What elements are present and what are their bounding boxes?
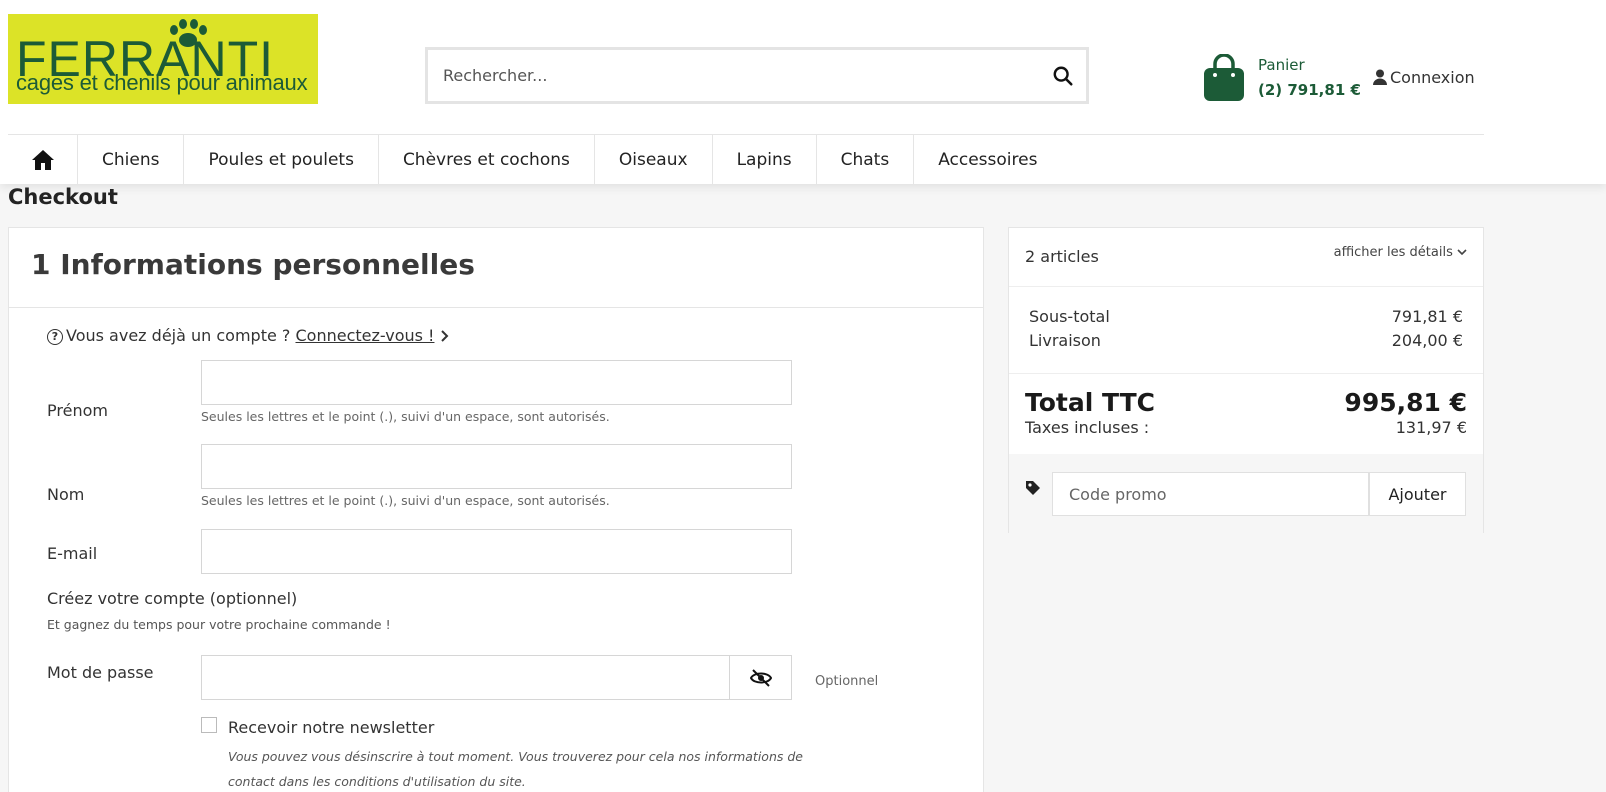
promo-section: Ajouter (1009, 454, 1483, 533)
newsletter-label[interactable]: Recevoir notre newsletter (228, 718, 434, 737)
email-label: E-mail (47, 544, 98, 563)
nav-item-lapins[interactable]: Lapins (713, 135, 817, 184)
firstname-field[interactable] (201, 360, 792, 405)
newsletter-checkbox[interactable] (201, 717, 217, 733)
taxes-value: 131,97 € (1395, 418, 1467, 437)
chevron-down-icon (1457, 249, 1467, 256)
show-details-label: afficher les détails (1333, 245, 1453, 260)
newsletter-hint: Vous pouvez vous désinscrire à tout mome… (228, 749, 803, 789)
step-title: 1 Informations personnelles (31, 248, 475, 281)
already-account-line: ? Vous avez déjà un compte ? Connectez-vo… (47, 326, 450, 345)
cart-label: Panier (1258, 56, 1305, 74)
eye-slash-icon (749, 668, 772, 687)
shipping-value: 204,00 € (1391, 331, 1463, 350)
subtotal-label: Sous-total (1029, 307, 1110, 326)
cart-total: (2) 791,81 € (1258, 81, 1361, 99)
firstname-label: Prénom (47, 401, 108, 420)
question-icon: ? (47, 329, 63, 345)
total-label: Total TTC (1025, 388, 1156, 417)
add-promo-button[interactable]: Ajouter (1369, 472, 1466, 516)
divider (1009, 373, 1483, 374)
nav-item-poules[interactable]: Poules et poulets (184, 135, 379, 184)
search-bar (425, 47, 1089, 104)
shipping-label: Livraison (1029, 331, 1101, 350)
password-field[interactable] (201, 655, 792, 700)
create-account-title: Créez votre compte (optionnel) (47, 589, 298, 608)
logo-tagline: cages et chenils pour animaux (16, 70, 308, 95)
login-link-checkout[interactable]: Connectez-vous ! (295, 326, 434, 345)
section-header[interactable]: 1 Informations personnelles (9, 228, 983, 308)
nav-item-chevres[interactable]: Chèvres et cochons (379, 135, 595, 184)
taxes-label: Taxes incluses : (1025, 418, 1150, 437)
lastname-label: Nom (47, 485, 85, 504)
cart-summary: 2 articles afficher les détails Sous-tot… (1008, 227, 1484, 533)
personal-info-section: 1 Informations personnelles ? Vous avez d… (8, 227, 984, 792)
site-header: FERRANTI cages et chenils pour animaux P… (0, 0, 1606, 184)
nav-home[interactable] (8, 135, 78, 184)
user-icon (1373, 69, 1387, 85)
main-nav: Chiens Poules et poulets Chèvres et coch… (8, 134, 1484, 184)
tag-icon (1026, 481, 1040, 495)
chevron-right-icon (440, 330, 448, 342)
divider (1009, 286, 1483, 287)
login-label: Connexion (1390, 68, 1475, 87)
create-account-subtitle: Et gagnez du temps pour votre prochaine … (47, 617, 391, 632)
promo-code-input[interactable] (1052, 472, 1369, 516)
ferranti-logo[interactable]: FERRANTI cages et chenils pour animaux (8, 14, 318, 104)
nav-item-chiens[interactable]: Chiens (78, 135, 185, 184)
lastname-hint: Seules les lettres et le point (.), suiv… (201, 493, 610, 508)
nav-item-accessoires[interactable]: Accessoires (914, 135, 1061, 184)
search-input[interactable] (428, 50, 1028, 101)
password-optional: Optionnel (815, 674, 879, 689)
show-details-link[interactable]: afficher les détails (1334, 245, 1467, 260)
shopping-bag-icon (1204, 54, 1244, 101)
page-title: Checkout (8, 185, 118, 209)
shipping-row: Livraison 204,00 € (1029, 331, 1463, 350)
password-toggle-button[interactable] (729, 656, 791, 699)
home-icon (31, 149, 54, 170)
subtotal-value: 791,81 € (1391, 307, 1463, 326)
subtotal-row: Sous-total 791,81 € (1029, 307, 1463, 326)
items-count: 2 articles (1025, 247, 1099, 266)
firstname-hint: Seules les lettres et le point (.), suiv… (201, 409, 610, 424)
nav-item-chats[interactable]: Chats (817, 135, 915, 184)
cart-button[interactable]: Panier (2) 791,81 € (1203, 52, 1363, 102)
nav-item-oiseaux[interactable]: Oiseaux (595, 135, 713, 184)
already-account-text: Vous avez déjà un compte ? (66, 326, 291, 345)
email-field[interactable] (201, 529, 792, 574)
total-value: 995,81 € (1344, 388, 1467, 417)
login-link[interactable]: Connexion (1373, 68, 1475, 90)
lastname-field[interactable] (201, 444, 792, 489)
password-label: Mot de passe (47, 663, 154, 682)
search-icon[interactable] (1052, 65, 1074, 87)
